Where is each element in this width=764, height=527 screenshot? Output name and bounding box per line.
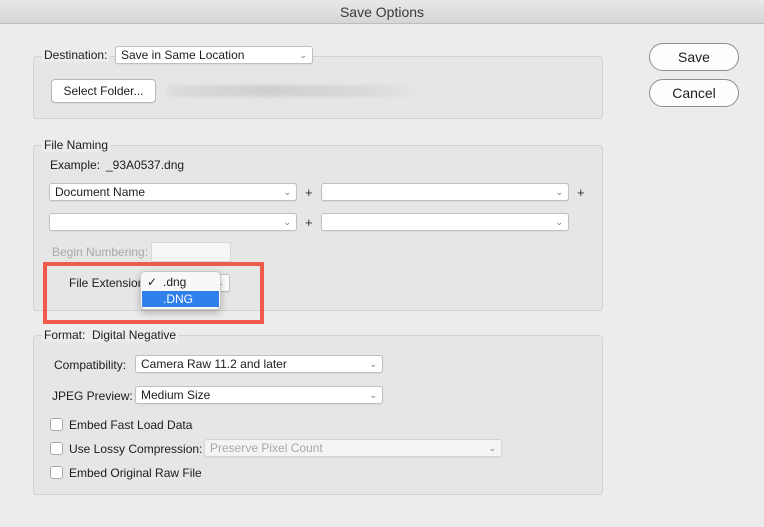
example-value: _93A0537.dng bbox=[106, 158, 185, 172]
naming-select-4[interactable]: ⌄ bbox=[321, 213, 569, 231]
chevron-down-icon: ⌄ bbox=[555, 187, 563, 197]
lossy-value: Preserve Pixel Count bbox=[210, 441, 323, 455]
destination-select[interactable]: Save in Same Location ⌄ bbox=[115, 46, 313, 64]
use-lossy-label: Use Lossy Compression: bbox=[69, 442, 203, 456]
select-folder-button[interactable]: Select Folder... bbox=[51, 79, 156, 103]
annotation-highlight-box bbox=[43, 262, 264, 324]
begin-numbering-label: Begin Numbering: bbox=[52, 245, 149, 259]
folder-path-redacted bbox=[167, 85, 417, 97]
jpeg-preview-label: JPEG Preview: bbox=[52, 389, 133, 403]
embed-original-checkbox[interactable] bbox=[50, 466, 63, 479]
compatibility-label: Compatibility: bbox=[54, 358, 127, 372]
format-label: Format: Digital Negative bbox=[42, 328, 179, 342]
format-value: Digital Negative bbox=[92, 328, 177, 342]
plus-sign: + bbox=[305, 185, 313, 200]
plus-sign: + bbox=[305, 215, 313, 230]
naming-select-2[interactable]: ⌄ bbox=[321, 183, 569, 201]
destination-label: Destination: bbox=[42, 48, 110, 62]
lossy-select: Preserve Pixel Count ⌄ bbox=[204, 439, 502, 457]
embed-original-label: Embed Original Raw File bbox=[69, 466, 202, 480]
embed-fast-load-label: Embed Fast Load Data bbox=[69, 418, 193, 432]
chevron-down-icon: ⌄ bbox=[283, 187, 291, 197]
use-lossy-checkbox[interactable] bbox=[50, 442, 63, 455]
naming-select-1[interactable]: Document Name ⌄ bbox=[49, 183, 297, 201]
chevron-down-icon: ⌄ bbox=[369, 390, 377, 400]
chevron-down-icon: ⌄ bbox=[555, 217, 563, 227]
save-button[interactable]: Save bbox=[649, 43, 739, 71]
file-naming-legend: File Naming bbox=[42, 138, 111, 152]
jpeg-preview-select[interactable]: Medium Size ⌄ bbox=[135, 386, 383, 404]
chevron-down-icon: ⌄ bbox=[283, 217, 291, 227]
plus-sign: + bbox=[577, 185, 585, 200]
destination-select-value: Save in Same Location bbox=[121, 48, 245, 62]
naming-select-3[interactable]: ⌄ bbox=[49, 213, 297, 231]
compatibility-select[interactable]: Camera Raw 11.2 and later ⌄ bbox=[135, 355, 383, 373]
format-label-text: Format: bbox=[44, 328, 86, 342]
chevron-down-icon: ⌄ bbox=[299, 50, 307, 60]
jpeg-preview-value: Medium Size bbox=[141, 388, 211, 402]
example-label: Example: bbox=[50, 158, 101, 172]
embed-fast-load-checkbox[interactable] bbox=[50, 418, 63, 431]
chevron-down-icon: ⌄ bbox=[369, 359, 377, 369]
begin-numbering-input bbox=[151, 242, 231, 262]
naming-select-1-value: Document Name bbox=[55, 185, 146, 199]
chevron-down-icon: ⌄ bbox=[488, 443, 496, 453]
compatibility-value: Camera Raw 11.2 and later bbox=[141, 357, 287, 371]
cancel-button[interactable]: Cancel bbox=[649, 79, 739, 107]
window-title: Save Options bbox=[0, 0, 764, 24]
